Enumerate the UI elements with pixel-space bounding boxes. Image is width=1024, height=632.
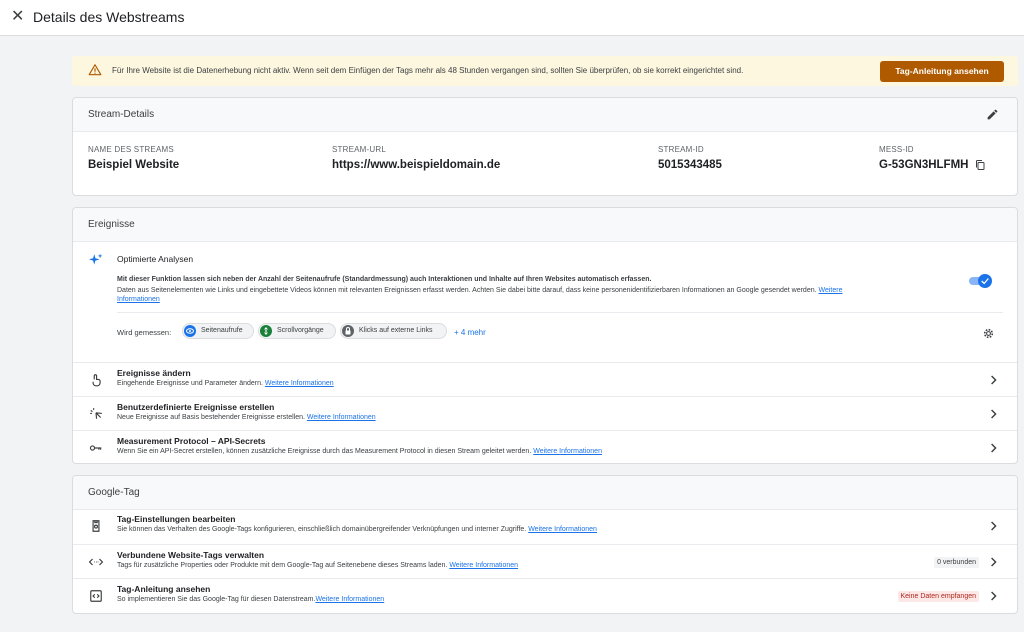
stream-id-label: STREAM-ID <box>658 145 704 154</box>
google-tag-card: Google-Tag Tag-Einstellungen bearbeiten … <box>72 475 1018 614</box>
connected-count-badge: 0 verbunden <box>934 557 979 568</box>
list-item-api-secrets[interactable]: Measurement Protocol – API-Secrets Wenn … <box>73 430 1017 463</box>
code-window-icon <box>90 590 102 602</box>
copy-icon[interactable] <box>974 159 986 171</box>
stream-name-value: Beispiel Website <box>88 159 180 171</box>
row-subtitle: Eingehende Ereignisse und Parameter ände… <box>117 380 263 387</box>
key-icon <box>89 445 102 451</box>
page-title: Details des Webstreams <box>33 9 185 25</box>
row-subtitle-block: Wenn Sie ein API-Secret erstellen, könne… <box>117 448 602 455</box>
no-data-badge: Keine Daten empfangen <box>897 591 979 602</box>
row-subtitle-block: Tags für zusätzliche Properties oder Pro… <box>117 562 518 569</box>
chip-scrolls: Scrollvorgänge <box>258 323 336 339</box>
stream-url-label: STREAM-URL <box>332 145 387 154</box>
tag-settings-icon <box>92 520 100 532</box>
click-sparkle-icon <box>90 408 102 419</box>
stream-details-header: Stream-Details <box>73 98 1017 132</box>
warning-message: Für Ihre Website ist die Datenerhebung n… <box>112 66 744 75</box>
stream-url-field: STREAM-URL https://www.beispieldomain.de <box>332 145 500 171</box>
stream-id-value: 5015343485 <box>658 159 722 171</box>
row-subtitle: Wenn Sie ein API-Secret erstellen, könne… <box>117 448 532 455</box>
chip-page-views: Seitenaufrufe <box>182 323 254 339</box>
row-title: Tag-Einstellungen bearbeiten <box>117 514 236 524</box>
row-subtitle: So implementieren Sie das Google-Tag für… <box>117 596 316 603</box>
learn-more-link[interactable]: Weitere Informationen <box>528 526 597 533</box>
list-item-create-events[interactable]: Benutzerdefinierte Ereignisse erstellen … <box>73 396 1017 430</box>
measurement-id-label: MESS-ID <box>879 145 914 154</box>
events-heading: Ereignisse <box>88 219 135 230</box>
sparkle-icon <box>89 253 103 265</box>
chevron-right-icon <box>991 591 997 601</box>
chevron-right-icon <box>991 521 997 531</box>
chevron-right-icon <box>991 443 997 453</box>
learn-more-link[interactable]: Weitere Informationen <box>533 448 602 455</box>
settings-gear-icon[interactable] <box>982 327 995 340</box>
row-title: Ereignisse ändern <box>117 368 191 378</box>
chip-outbound-clicks: Klicks auf externe Links <box>340 323 447 339</box>
toggle-knob <box>978 274 992 288</box>
row-subtitle: Tags für zusätzliche Properties oder Pro… <box>117 562 448 569</box>
chip-label: Seitenaufrufe <box>201 327 243 334</box>
row-subtitle-block: Neue Ereignisse auf Basis bestehender Er… <box>117 414 376 421</box>
google-tag-heading: Google-Tag <box>88 487 140 498</box>
enhanced-measurement-desc2-block: Daten aus Seitenelementen wie Links und … <box>117 286 947 304</box>
list-item-tag-instructions[interactable]: Tag-Anleitung ansehen So implementieren … <box>73 578 1017 612</box>
row-title: Tag-Anleitung ansehen <box>117 584 211 594</box>
enhanced-measurement-desc2: Daten aus Seitenelementen wie Links und … <box>117 287 817 294</box>
enhanced-measurement-title: Optimierte Analysen <box>117 254 194 264</box>
chip-label: Klicks auf externe Links <box>359 327 433 334</box>
stream-url-value: https://www.beispieldomain.de <box>332 159 501 171</box>
lock-icon <box>342 325 354 337</box>
check-icon <box>981 278 989 285</box>
chevron-right-icon <box>991 409 997 419</box>
more-chips-link[interactable]: + 4 mehr <box>454 328 486 337</box>
scroll-icon <box>260 325 272 337</box>
close-icon[interactable]: ✕ <box>11 8 24 26</box>
stream-details-heading: Stream-Details <box>88 109 155 120</box>
list-item-connected-tags[interactable]: Verbundene Website-Tags verwalten Tags f… <box>73 544 1017 578</box>
eye-icon <box>184 325 196 337</box>
learn-more-link[interactable]: Weitere Informationen <box>315 596 384 603</box>
touch-hand-icon <box>92 374 101 387</box>
learn-more-link[interactable]: Weitere Informationen <box>307 414 376 421</box>
chevron-right-icon <box>991 557 997 567</box>
enhanced-measurement-desc1: Mit dieser Funktion lassen sich neben de… <box>117 276 652 283</box>
events-header: Ereignisse <box>73 208 1017 242</box>
divider <box>117 312 1003 313</box>
measured-label: Wird gemessen: <box>117 328 172 337</box>
google-tag-header: Google-Tag <box>73 476 1017 510</box>
stream-name-field: NAME DES STREAMS Beispiel Website <box>88 145 179 171</box>
list-item-tag-settings[interactable]: Tag-Einstellungen bearbeiten Sie können … <box>73 509 1017 543</box>
enhanced-learn-more-link-2[interactable]: Informationen <box>117 296 160 303</box>
code-arrows-icon <box>89 558 103 566</box>
stream-name-label: NAME DES STREAMS <box>88 145 174 154</box>
chevron-right-icon <box>991 375 997 385</box>
row-subtitle-block: So implementieren Sie das Google-Tag für… <box>117 596 384 603</box>
stream-id-field: STREAM-ID 5015343485 <box>658 145 722 171</box>
enhanced-learn-more-link[interactable]: Weitere <box>819 287 843 294</box>
measurement-id-field: MESS-ID G-53GN3HLFMH <box>879 145 986 171</box>
measurement-id-value: G-53GN3HLFMH <box>879 159 969 172</box>
row-title: Verbundene Website-Tags verwalten <box>117 550 265 560</box>
row-subtitle: Sie können das Verhalten des Google-Tags… <box>117 526 527 533</box>
row-title: Benutzerdefinierte Ereignisse erstellen <box>117 402 275 412</box>
row-subtitle: Neue Ereignisse auf Basis bestehender Er… <box>117 414 305 421</box>
measurement-id-row: G-53GN3HLFMH <box>879 159 986 171</box>
warning-banner: Für Ihre Website ist die Datenerhebung n… <box>72 56 1018 86</box>
learn-more-link[interactable]: Weitere Informationen <box>265 380 334 387</box>
row-subtitle-block: Sie können das Verhalten des Google-Tags… <box>117 526 597 533</box>
chip-label: Scrollvorgänge <box>277 327 324 334</box>
row-title: Measurement Protocol – API-Secrets <box>117 436 266 446</box>
row-subtitle-block: Eingehende Ereignisse und Parameter ände… <box>117 380 334 387</box>
warning-icon <box>88 64 102 76</box>
tag-guide-button[interactable]: Tag-Anleitung ansehen <box>880 61 1004 82</box>
edit-icon[interactable] <box>986 108 999 121</box>
enhanced-measurement-toggle[interactable] <box>969 274 993 288</box>
list-item-modify-events[interactable]: Ereignisse ändern Eingehende Ereignisse … <box>73 362 1017 396</box>
stream-details-card: Stream-Details NAME DES STREAMS Beispiel… <box>72 97 1018 196</box>
learn-more-link[interactable]: Weitere Informationen <box>449 562 518 569</box>
top-bar: ✕ Details des Webstreams <box>0 0 1024 36</box>
